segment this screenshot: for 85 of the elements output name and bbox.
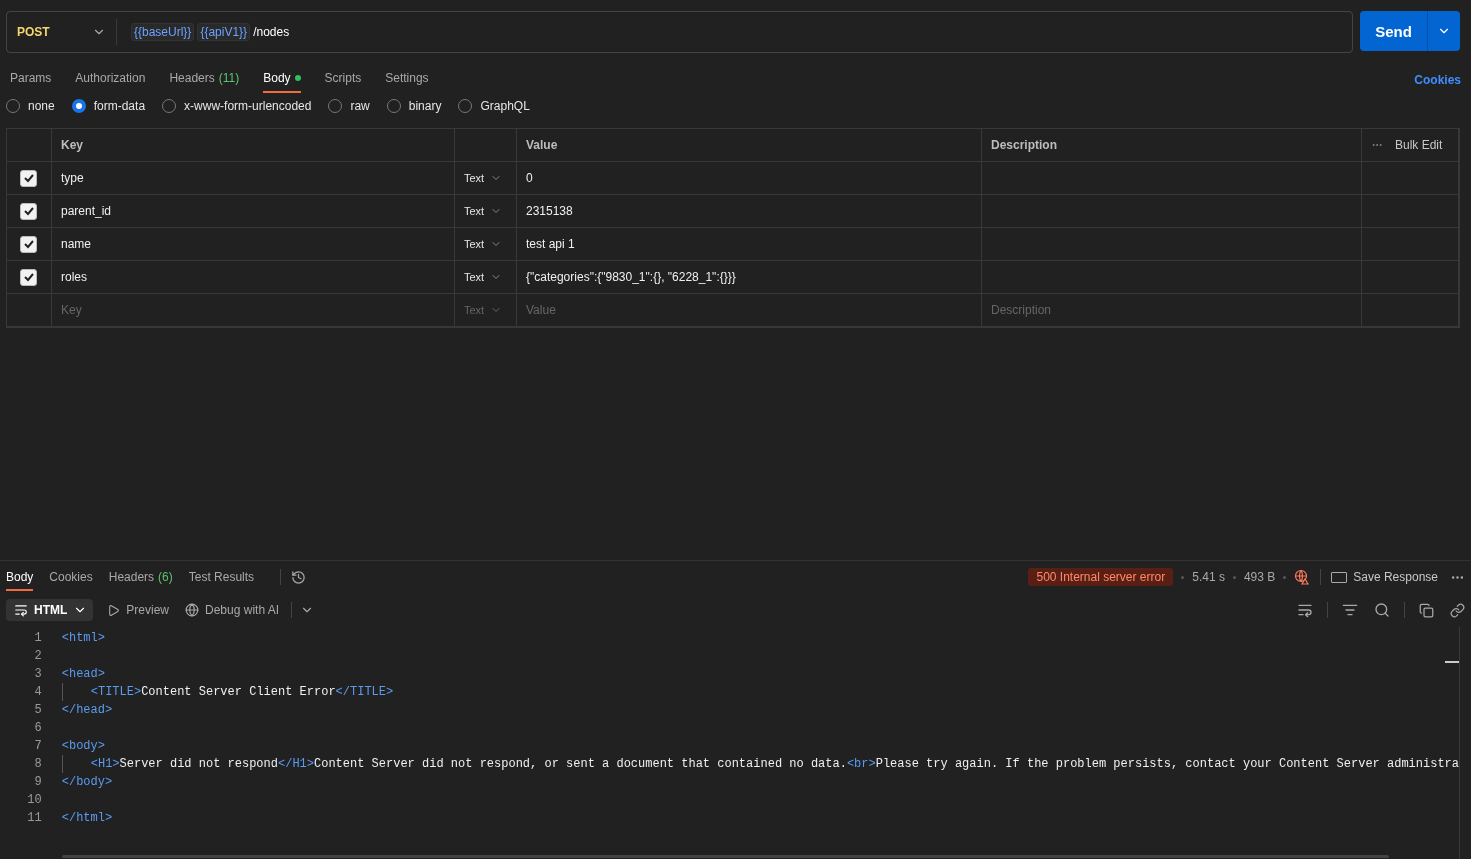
debug-button[interactable]: Debug with AI — [185, 603, 280, 617]
radio-label[interactable]: GraphQL — [480, 99, 530, 113]
line-number: 8 — [33, 756, 43, 773]
radio-label[interactable]: none — [28, 99, 55, 113]
url-path: /nodes — [253, 25, 290, 39]
response-size: 493 B — [1243, 570, 1276, 584]
check-icon — [22, 238, 35, 250]
response-tab[interactable]: Headers (6) — [108, 563, 173, 591]
scrollbar[interactable] — [62, 855, 1389, 858]
link-icon[interactable] — [1450, 602, 1465, 618]
filter-icon[interactable] — [1342, 602, 1358, 618]
url-bar[interactable]: POST {{baseUrl}} {{apiV1}} /nodes — [6, 11, 1353, 53]
check-icon — [22, 172, 35, 184]
radio-button[interactable] — [71, 99, 86, 113]
line-number: 11 — [26, 810, 43, 827]
code-line: </html> — [61, 810, 113, 827]
key-cell[interactable]: parent_id — [52, 195, 455, 228]
search-icon[interactable] — [1374, 602, 1390, 618]
response-time: 5.41 s — [1192, 570, 1225, 584]
checkbox[interactable] — [20, 235, 37, 253]
play-icon — [107, 603, 121, 617]
line-number: 1 — [33, 630, 43, 647]
checkbox[interactable] — [20, 202, 37, 220]
key-cell[interactable]: name — [52, 228, 455, 261]
request-tab[interactable]: Authorization — [75, 63, 146, 93]
column-header: Value — [517, 129, 982, 162]
copy-icon[interactable] — [1419, 602, 1434, 618]
method-select[interactable]: POST — [7, 19, 117, 45]
request-tab[interactable]: Settings — [385, 63, 429, 93]
line-number: 10 — [26, 792, 43, 809]
format-select[interactable]: HTML — [6, 599, 94, 621]
line-number: 5 — [33, 702, 43, 719]
line-number: 2 — [33, 648, 43, 665]
column-header: Key — [52, 129, 455, 162]
code-line: <H1>Server did not respond</H1>Content Server did not respond, or sent a document that contained no data.<br>Please try again. If the problem persists, contact your Content Server administra — [90, 756, 1459, 773]
code-line: <html> — [61, 630, 105, 647]
request-tab[interactable]: Scripts — [324, 63, 362, 93]
code-format-icon — [14, 603, 28, 617]
value-cell[interactable]: {"categories":{"9830_1":{}, "6228_1":{}}} — [517, 261, 982, 294]
response-tab[interactable]: Body — [6, 563, 34, 591]
key-cell[interactable]: roles — [52, 261, 455, 294]
check-icon — [22, 205, 35, 217]
value-cell[interactable]: 2315138 — [517, 195, 982, 228]
request-tab[interactable]: Headers (11) — [169, 63, 240, 93]
key-cell[interactable]: type — [52, 162, 455, 195]
column-header: Description — [982, 129, 1362, 162]
url-variable: {{apiV1}} — [197, 23, 251, 41]
request-tab[interactable]: Body — [263, 63, 301, 93]
value-cell[interactable]: test api 1 — [517, 228, 982, 261]
status-badge: 500 Internal server error — [1028, 568, 1174, 586]
type-select[interactable]: Text — [464, 238, 503, 250]
type-select[interactable]: Text — [464, 205, 503, 217]
radio-label[interactable]: raw — [350, 99, 370, 113]
code-line: <TITLE>Content Server Client Error</TITLE> — [90, 684, 394, 701]
code-line: </head> — [61, 702, 113, 719]
line-number: 3 — [33, 666, 43, 683]
line-number: 7 — [33, 738, 43, 755]
radio-label[interactable]: form-data — [93, 99, 146, 113]
checkbox[interactable] — [20, 169, 37, 187]
type-select[interactable]: Text — [464, 172, 503, 184]
radio-label[interactable]: x-www-form-urlencoded — [184, 99, 312, 113]
code-line: </body> — [61, 774, 113, 791]
send-button[interactable]: Send — [1360, 11, 1428, 51]
globe-warning-icon[interactable] — [1294, 569, 1311, 585]
wrap-icon[interactable] — [1297, 602, 1313, 618]
response-tab[interactable]: Test Results — [188, 563, 255, 591]
globe-icon — [185, 603, 199, 617]
type-select[interactable]: Text — [464, 271, 503, 283]
response-tab[interactable]: Cookies — [49, 563, 93, 591]
save-response-button[interactable]: Save Response — [1331, 570, 1438, 584]
preview-button[interactable]: Preview — [107, 603, 169, 617]
url-variable: {{baseUrl}} — [131, 23, 195, 41]
checkbox[interactable] — [20, 268, 37, 286]
check-icon — [22, 271, 35, 283]
line-number: 9 — [33, 774, 43, 791]
line-number: 4 — [33, 684, 43, 701]
history-icon[interactable] — [291, 569, 307, 585]
code-line: <head> — [61, 666, 105, 683]
code-line: <body> — [61, 738, 105, 755]
value-cell[interactable]: 0 — [517, 162, 982, 195]
bulk-edit-button[interactable]: Bulk Edit — [1371, 138, 1443, 152]
request-tab[interactable]: Params — [10, 63, 52, 93]
radio-label[interactable]: binary — [408, 99, 442, 113]
cookies-link[interactable]: Cookies — [1414, 69, 1461, 87]
line-number: 6 — [33, 720, 43, 737]
